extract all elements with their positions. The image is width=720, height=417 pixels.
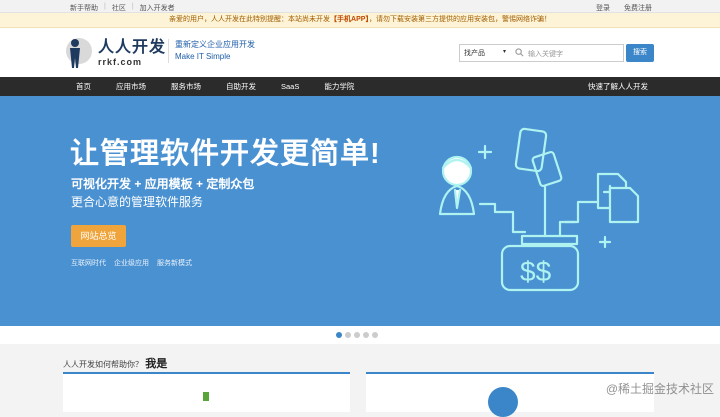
nav-item-app-market[interactable]: 应用市场 [116,77,146,96]
carousel-dot[interactable] [336,332,342,338]
carousel-dot[interactable] [354,332,360,338]
hero-tag: 企业级应用 [114,260,149,267]
business-illustration-icon: $$ [438,127,640,292]
hero-tag: 互联网时代 [71,260,106,267]
slogan-cn: 重新定义企业应用开发 [175,40,255,49]
nav-quick-intro-link[interactable]: 快速了解人人开发 [588,77,648,96]
carousel-indicators [0,326,720,344]
nav-item-saas[interactable]: SaaS [281,77,299,96]
search-button[interactable]: 搜索 [626,44,654,62]
community-link[interactable]: 社区 [112,3,126,13]
search-category-select[interactable]: 找产品 ▾ [459,44,511,62]
carousel-dot[interactable] [345,332,351,338]
hero-banner: 让管理软件开发更简单! 可视化开发 + 应用模板 + 定制众包 更合心意的管理软… [0,96,720,326]
search-placeholder: 输入关键字 [528,51,563,58]
logo-figure-icon [64,36,94,70]
flag-icon [203,392,209,401]
carousel-dot[interactable] [372,332,378,338]
login-link[interactable]: 登录 [596,3,610,13]
search-icon [515,48,524,59]
search-input[interactable]: 输入关键字 [510,44,624,62]
svg-text:$$: $$ [520,256,552,287]
site-overview-button[interactable]: 网站总览 [71,225,126,247]
search-category-value: 找产品 [464,50,485,57]
help-question: 人人开发如何帮助你？ [63,360,143,369]
join-developer-link[interactable]: 加入开发者 [140,3,175,13]
nav-item-academy[interactable]: 能力学院 [324,77,354,96]
notice-prefix: 亲爱的用户，人人开发在此特别提醒：本站尚未开发 [169,16,331,23]
notice-banner: 亲爱的用户，人人开发在此特别提醒：本站尚未开发【手机APP】，请勿下载安装第三方… [0,13,720,28]
chevron-down-icon: ▾ [502,49,506,55]
help-section: 人人开发如何帮助你？ 我是 [0,344,720,372]
nav-item-self-develop[interactable]: 自助开发 [226,77,256,96]
logo-title: 人人开发 [98,39,167,56]
help-link[interactable]: 新手帮助 [70,3,98,13]
hero-tag: 服务新模式 [157,260,192,267]
hero-title: 让管理软件开发更简单! [70,138,381,170]
slogan: 重新定义企业应用开发 Make IT Simple [168,39,255,63]
nav-item-service-market[interactable]: 服务市场 [171,77,201,96]
main-nav: 首页 应用市场 服务市场 自助开发 SaaS 能力学院 快速了解人人开发 [0,77,720,96]
help-answer: 我是 [145,358,168,370]
hero-subtitle: 可视化开发 + 应用模板 + 定制众包 [71,177,255,191]
logo-domain: rrkf.com [98,57,143,67]
hero-tags: 互联网时代 企业级应用 服务新模式 [71,258,192,268]
site-logo[interactable]: 人人开发 rrkf.com [64,36,166,70]
top-utility-bar: 新手帮助 | 社区 | 加入开发者 登录 免费注册 [0,0,720,13]
register-link[interactable]: 免费注册 [624,3,652,13]
carousel-dot[interactable] [363,332,369,338]
notice-suffix: ，请勿下载安装第三方提供的应用安装包，警惕网络诈骗！ [368,16,551,23]
watermark: @稀土掘金技术社区 [605,382,714,396]
circle-icon [488,387,518,417]
hero-description: 更合心意的管理软件服务 [71,195,204,209]
feature-card[interactable] [63,372,350,412]
nav-item-home[interactable]: 首页 [76,77,91,96]
slogan-en: Make IT Simple [175,52,231,61]
notice-highlight: 【手机APP】 [330,16,369,23]
